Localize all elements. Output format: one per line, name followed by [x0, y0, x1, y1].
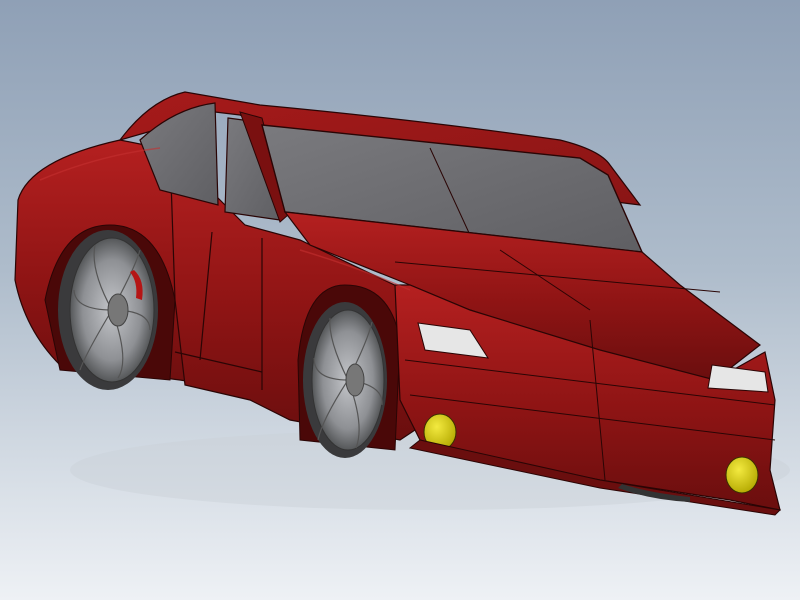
car-model[interactable]: [0, 0, 800, 600]
right-fog-light: [725, 456, 759, 494]
3d-viewport[interactable]: [0, 0, 800, 600]
front-wheel: [303, 302, 387, 458]
rear-wheel: [58, 230, 158, 390]
